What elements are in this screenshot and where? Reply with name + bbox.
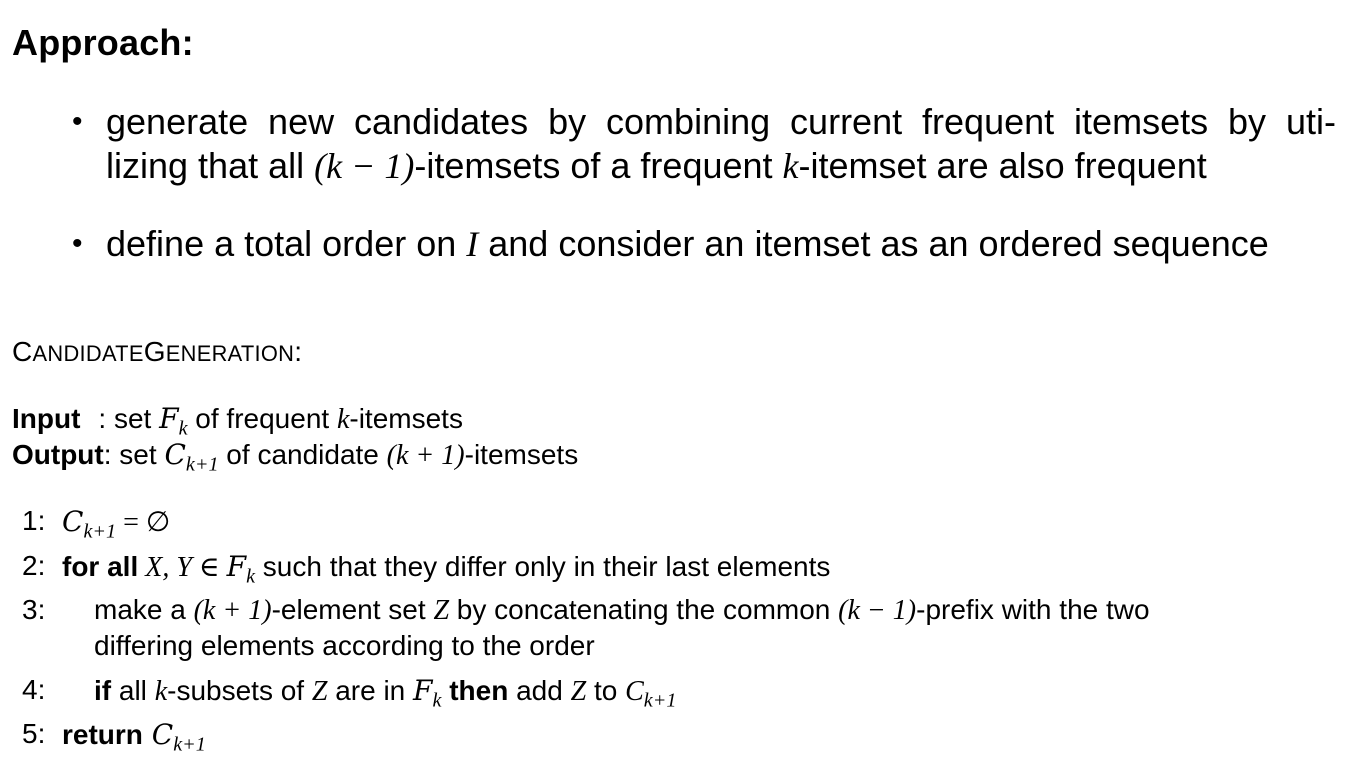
line-number: 3: [22, 594, 46, 625]
algorithm-output: Output: set Ck+1 of candidate (k + 1)-it… [12, 438, 579, 476]
bullet-dot-icon: • [72, 227, 83, 260]
math-I: I [466, 224, 479, 264]
output-label: Output [12, 439, 104, 470]
math-k-minus-1: (k − 1) [314, 146, 415, 186]
line-number: 2: [22, 550, 46, 581]
line-number: 4: [22, 674, 46, 705]
bullet-1-line-1: generate new candidates by combining cur… [106, 101, 1336, 142]
algorithm-input: Input: set Fk of frequent k-itemsets [12, 402, 463, 440]
line-number: 1: [22, 505, 46, 536]
bullet-1-line-2: lizing that all (k − 1)-itemsets of a fr… [106, 145, 1207, 186]
bullet-dot-icon: • [72, 105, 83, 138]
input-label: Input [12, 403, 81, 434]
algorithm-title: CANDIDATEGENERATION: [12, 336, 303, 367]
math-k: k [782, 146, 799, 186]
bullet-item-2: • define a total order on I and consider… [72, 223, 1269, 264]
line-number: 5: [22, 718, 46, 749]
bullet-item-1: • generate new candidates by combining c… [72, 100, 1336, 188]
section-heading: Approach: [12, 22, 194, 63]
